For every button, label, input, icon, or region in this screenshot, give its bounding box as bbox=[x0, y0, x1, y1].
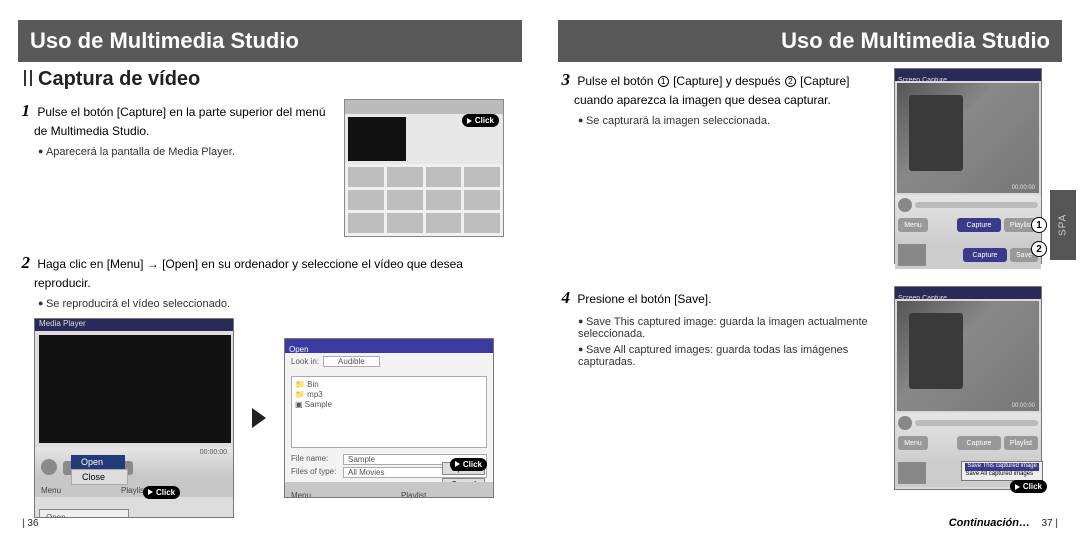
step-2-num: 2 bbox=[16, 251, 30, 275]
figure-open-dialog: Open Look in: Audible 📁 Bin📁 mp3▣ Sample… bbox=[284, 338, 494, 498]
step-1-text: Pulse el botón [Capture] en la parte sup… bbox=[34, 105, 326, 138]
lookin-value[interactable]: Audible bbox=[323, 356, 380, 367]
page-header-right: Uso de Multimedia Studio bbox=[558, 20, 1062, 62]
page-num-left: | 36 bbox=[22, 518, 39, 529]
step-1-bullet: Aparecerá la pantalla de Media Player. bbox=[38, 146, 334, 158]
sc-slider[interactable] bbox=[915, 202, 1038, 208]
figure-media-player: Media Player 00:00:00 Open Close Menu Pl… bbox=[34, 318, 234, 518]
step-3-bullet: Se capturará la imagen seleccionada. bbox=[578, 115, 884, 127]
dialog-menu-btn[interactable]: Menu bbox=[291, 491, 311, 498]
mp-titlebar: Media Player bbox=[35, 319, 233, 331]
mp-screen bbox=[39, 335, 231, 443]
play-icon[interactable] bbox=[898, 416, 912, 430]
step-2-bullet: Se reproducirá el vídeo seleccionado. bbox=[38, 298, 518, 310]
menu-close[interactable]: Close bbox=[71, 469, 128, 485]
sc-slider-2[interactable] bbox=[915, 420, 1038, 426]
step-1: 1 Pulse el botón [Capture] en la parte s… bbox=[34, 99, 334, 140]
mp-menu-btn[interactable]: Menu bbox=[41, 486, 61, 495]
save-this-option[interactable]: Save This captured image bbox=[965, 463, 1039, 471]
save-menu-popup: Save This captured image Save All captur… bbox=[961, 461, 1043, 481]
step-4-bullet-1: Save This captured image: guarda la imag… bbox=[578, 316, 884, 340]
figure-screen-capture-2: Screen Capture 00:00:00 Menu Capture bbox=[894, 286, 1042, 490]
sc-photo-1: 00:00:00 bbox=[897, 83, 1039, 193]
capture-btn-3[interactable]: Capture bbox=[957, 436, 1001, 450]
figure-studio-grid: Click bbox=[344, 99, 504, 237]
step-2: 2 Haga clic en [Menu] → [Open] en su ord… bbox=[34, 251, 518, 292]
click-badge-2: Click bbox=[143, 486, 180, 499]
callout-2: 2 bbox=[1031, 241, 1047, 257]
inline-circ-1: 1 bbox=[658, 76, 669, 87]
sc-timecode-2: 00:00:00 bbox=[1012, 403, 1035, 409]
section-title-text: Captura de vídeo bbox=[38, 68, 200, 90]
step-3-text-b: [Capture] y después bbox=[670, 74, 784, 88]
click-badge-4: Click bbox=[1010, 480, 1047, 493]
step-4-num: 4 bbox=[556, 286, 570, 310]
sc-thumb bbox=[898, 244, 926, 266]
dialog-file-list[interactable]: 📁 Bin📁 mp3▣ Sample bbox=[291, 376, 487, 448]
step-3: 3 Pulse el botón 1 [Capture] y después 2… bbox=[574, 68, 884, 109]
sc-menu-btn-2[interactable]: Menu bbox=[898, 436, 928, 450]
page-header-left: Uso de Multimedia Studio bbox=[18, 20, 522, 62]
step-1-num: 1 bbox=[16, 99, 30, 123]
play-icon[interactable] bbox=[41, 459, 57, 475]
step-3-num: 3 bbox=[556, 68, 570, 92]
step-4-text: Presione el botón [Save]. bbox=[577, 292, 711, 306]
callout-1: 1 bbox=[1031, 217, 1047, 233]
continue-label: Continuación… bbox=[949, 517, 1030, 529]
section-title: Captura de vídeo bbox=[24, 68, 518, 91]
sc-menu-btn[interactable]: Menu bbox=[898, 218, 928, 232]
dialog-playlist-btn[interactable]: Playlist bbox=[401, 491, 426, 498]
capture-btn-2[interactable]: Capture bbox=[963, 248, 1007, 262]
mp-controls: 00:00:00 bbox=[35, 447, 233, 475]
mp-submenu: Open ───────── ───────── Camera Control bbox=[39, 509, 129, 518]
submenu-open[interactable]: Open bbox=[46, 512, 122, 518]
sc-photo-2: 00:00:00 bbox=[897, 301, 1039, 411]
sc-playlist-btn-2[interactable]: Playlist bbox=[1004, 436, 1038, 450]
play-icon[interactable] bbox=[898, 198, 912, 212]
filetype-label: Files of type: bbox=[291, 467, 341, 478]
capture-btn-1[interactable]: Capture bbox=[957, 218, 1001, 232]
inline-circ-2: 2 bbox=[785, 76, 796, 87]
save-all-option[interactable]: Save All captured images bbox=[965, 471, 1039, 479]
page-num-right: 37 | bbox=[1041, 518, 1058, 529]
sc-thumb-2 bbox=[898, 462, 926, 484]
step-4: 4 Presione el botón [Save]. bbox=[574, 286, 884, 310]
arrow-icon bbox=[252, 408, 266, 428]
click-badge-1: Click bbox=[462, 114, 499, 127]
step-3-text-a: Pulse el botón bbox=[577, 74, 656, 88]
sc-timecode-1: 00:00:00 bbox=[1012, 185, 1035, 191]
mp-timecode: 00:00:00 bbox=[200, 449, 227, 456]
figure-screen-capture-1: Screen Capture 00:00:00 Menu Capture bbox=[894, 68, 1042, 264]
menu-open-highlight[interactable]: Open bbox=[71, 455, 125, 469]
step-4-bullet-2: Save All captured images: guarda todas l… bbox=[578, 344, 884, 368]
filename-label: File name: bbox=[291, 454, 341, 465]
lookin-label: Look in: bbox=[291, 357, 319, 366]
step-2-text: Haga clic en [Menu] → [Open] en su orden… bbox=[34, 257, 463, 290]
click-badge-3: Click bbox=[450, 458, 487, 471]
dialog-title: Open bbox=[285, 345, 309, 354]
